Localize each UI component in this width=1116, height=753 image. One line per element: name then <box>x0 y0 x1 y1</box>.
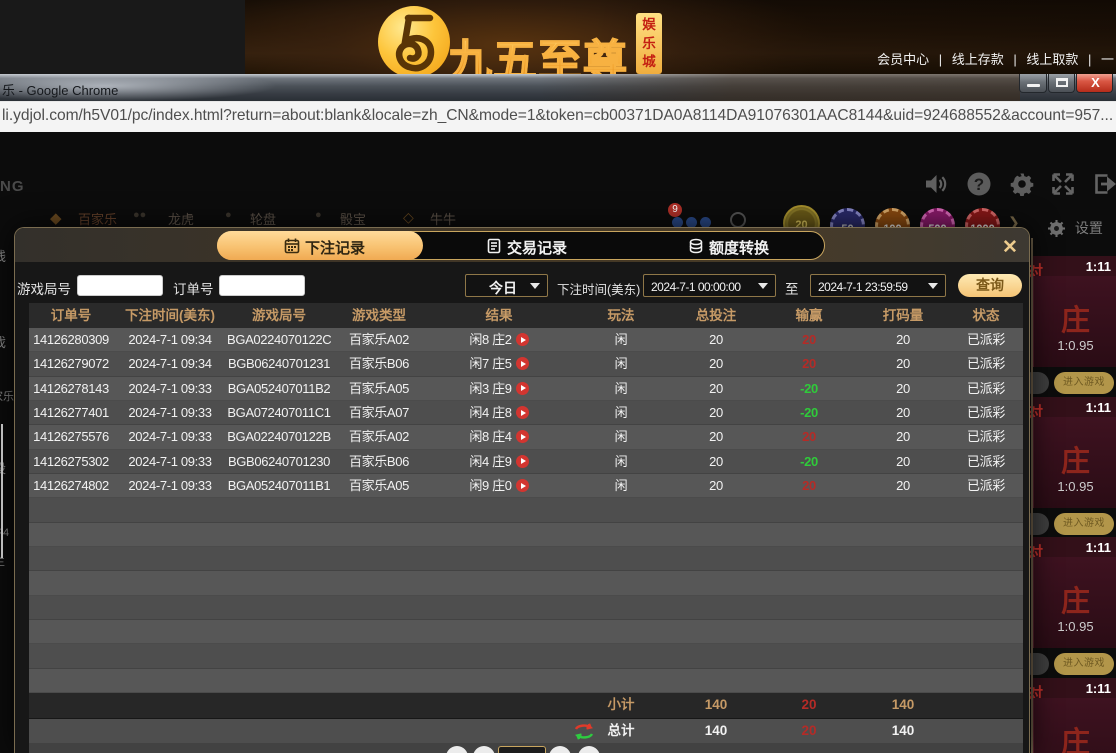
svg-text:?: ? <box>974 175 984 194</box>
